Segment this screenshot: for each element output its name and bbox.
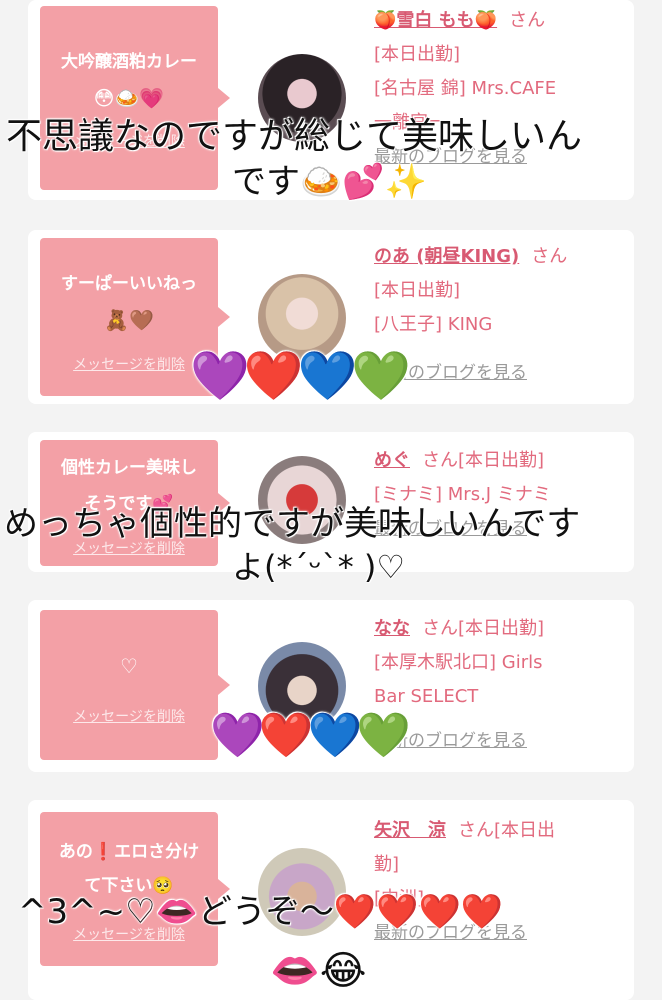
message-text: 個性カレー美味し (61, 458, 197, 478)
message-bubble: ♡ メッセージを削除 (40, 610, 230, 760)
status-text: 勤] (374, 854, 400, 875)
cast-name-link[interactable]: めぐ (374, 450, 410, 471)
cast-name-link[interactable]: 矢沢 涼 (374, 820, 446, 841)
shop-text: [本厚木駅北口] Girls (374, 652, 543, 673)
cast-name-link[interactable]: 🍑雪白 もも🍑 (374, 10, 497, 31)
shop-text: [名古屋 錦] Mrs.CAFE (374, 78, 557, 99)
message-emoji: 😳🍛💗 (93, 86, 165, 110)
delete-message-link[interactable]: メッセージを削除 (40, 706, 218, 726)
overlay-hearts-1: 💜❤️💙💚 (190, 348, 411, 404)
shop-text-2: Bar SELECT (374, 686, 479, 707)
message-text: 大吟醸酒粕カレー (61, 52, 197, 72)
overlay-text-3b: 👄😂 (270, 948, 367, 994)
overlay-text-2: めっちゃ個性的ですが美味しいんです (4, 504, 581, 544)
message-emoji: 🧸🤎 (104, 308, 154, 332)
shop-text: [八王子] KING (374, 314, 493, 335)
overlay-text-3: ^3^~♡👄どうぞ〜❤️❤️❤️❤️ (18, 892, 504, 932)
cast-info: なな さん[本日出勤] [本厚木駅北口] Girls Bar SELECT 最新の… (374, 612, 626, 758)
overlay-text-2b: よ(*ˊᵕˋ* )♡ (232, 548, 406, 586)
cast-name-link[interactable]: のあ (朝昼KING) (374, 246, 519, 267)
message-text: あの❗エロさ分け (58, 842, 200, 862)
cast-info: のあ (朝昼KING) さん [本日出勤] [八王子] KING 最新のブログを見… (374, 240, 626, 390)
message-bubble: 大吟醸酒粕カレー 😳🍛💗 メッセージを削除 (40, 6, 230, 190)
message-text: すーぱーいいねっ (61, 274, 197, 294)
overlay-hearts-2: 💜❤️💙💚 (210, 710, 411, 761)
overlay-text-1: 不思議なのですが総じて美味しいん (6, 116, 583, 157)
status-text: [本日出勤] (374, 44, 461, 65)
message-text: ♡ (120, 654, 138, 678)
status-text: [本日出勤] (374, 280, 461, 301)
overlay-text-1b: です🍛💕✨ (232, 162, 428, 202)
cast-name-link[interactable]: なな (374, 618, 410, 639)
